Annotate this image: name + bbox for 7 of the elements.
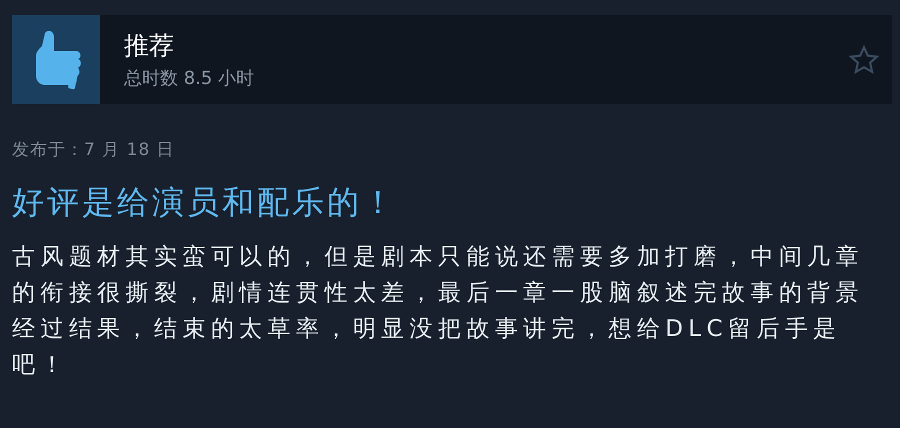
- star-icon[interactable]: [848, 44, 880, 76]
- thumbs-up-icon: [12, 15, 100, 104]
- review-body: 古风题材其实蛮可以的，但是剧本只能说还需要多加打磨，中间几章的衔接很撕裂，剧情连贯性太差，最后一章一股脑叙述完故事的背景经过结果，结束的太草率，明显没把故事讲完，想给DLC留后手是吧！: [12, 243, 865, 380]
- posted-date: 发布于：7 月 18 日: [12, 139, 176, 161]
- verdict-label: 推荐: [124, 30, 175, 62]
- review-headline: 好评是给演员和配乐的！: [12, 182, 398, 223]
- playtime-text: 总时数 8.5 小时: [124, 67, 256, 90]
